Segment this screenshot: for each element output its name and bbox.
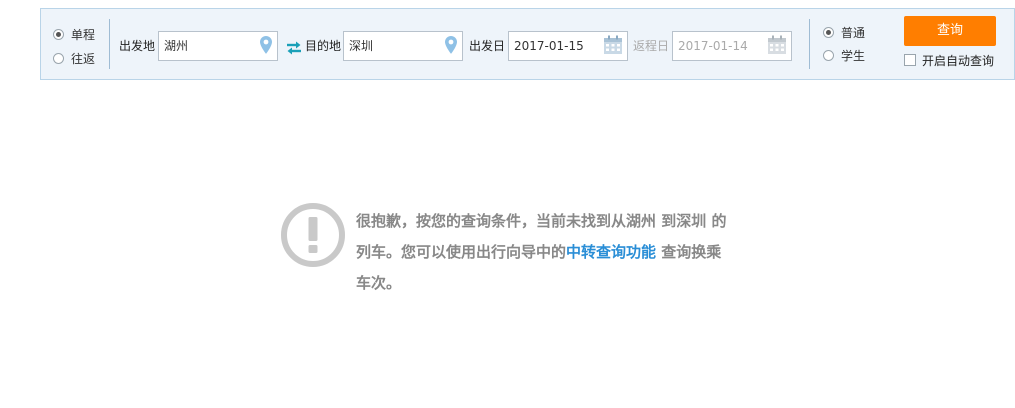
auto-query-option[interactable]: 开启自动查询 [904, 51, 994, 69]
message-line-2-suffix: 查询换乘 [656, 243, 722, 261]
student-radio[interactable] [823, 49, 834, 61]
auto-query-checkbox[interactable] [904, 54, 916, 66]
passenger-adult[interactable]: 普通 [823, 23, 865, 41]
passenger-student[interactable]: 学生 [823, 46, 865, 64]
location-pin-icon [260, 36, 272, 54]
query-button[interactable]: 查询 [904, 16, 996, 46]
return-date-value: 2017-01-14 [678, 39, 748, 53]
divider [109, 19, 110, 69]
no-results-message: 很抱歉，按您的查询条件，当前未找到从湖州 到深圳 的 列车。您可以使用出行向导中… [356, 206, 786, 299]
from-station-input[interactable]: 湖州 [158, 31, 278, 61]
calendar-icon[interactable] [767, 35, 787, 55]
swap-stations-icon[interactable] [286, 41, 302, 55]
message-line-1: 很抱歉，按您的查询条件，当前未找到从湖州 到深圳 的 [356, 212, 727, 230]
trip-type-roundtrip[interactable]: 往返 [53, 49, 95, 67]
oneway-radio[interactable] [53, 28, 64, 40]
return-date-label: 返程日 [633, 39, 670, 53]
roundtrip-label: 往返 [71, 51, 96, 66]
to-station-input[interactable]: 深圳 [343, 31, 463, 61]
trip-type-oneway[interactable]: 单程 [53, 25, 95, 43]
oneway-label: 单程 [71, 27, 96, 42]
to-station-value: 深圳 [349, 39, 374, 53]
message-line-2: 列车。您可以使用出行向导中的中转查询功能 查询换乘 [356, 237, 786, 268]
from-station-value: 湖州 [164, 39, 189, 53]
depart-date-input[interactable]: 2017-01-15 [508, 31, 628, 61]
to-label: 目的地 [305, 39, 342, 53]
calendar-icon[interactable] [603, 35, 623, 55]
adult-label: 普通 [841, 25, 866, 40]
message-line-2-prefix: 列车。您可以使用出行向导中的 [356, 243, 567, 261]
return-date-input[interactable]: 2017-01-14 [672, 31, 792, 61]
train-search-bar: 单程 往返 出发地 湖州 目的地 深圳 出发日 2017-01-15 返程日 2… [40, 8, 1015, 80]
depart-date-value: 2017-01-15 [514, 39, 584, 53]
warning-exclamation-icon [281, 203, 345, 267]
student-label: 学生 [841, 48, 866, 63]
adult-radio[interactable] [823, 26, 834, 38]
transfer-query-link[interactable]: 中转查询功能 [566, 243, 656, 261]
roundtrip-radio[interactable] [53, 52, 64, 64]
divider [809, 19, 810, 69]
from-label: 出发地 [119, 39, 156, 53]
auto-query-label: 开启自动查询 [922, 53, 995, 68]
message-line-3: 车次。 [356, 274, 402, 292]
location-pin-icon [445, 36, 457, 54]
depart-date-label: 出发日 [469, 39, 506, 53]
